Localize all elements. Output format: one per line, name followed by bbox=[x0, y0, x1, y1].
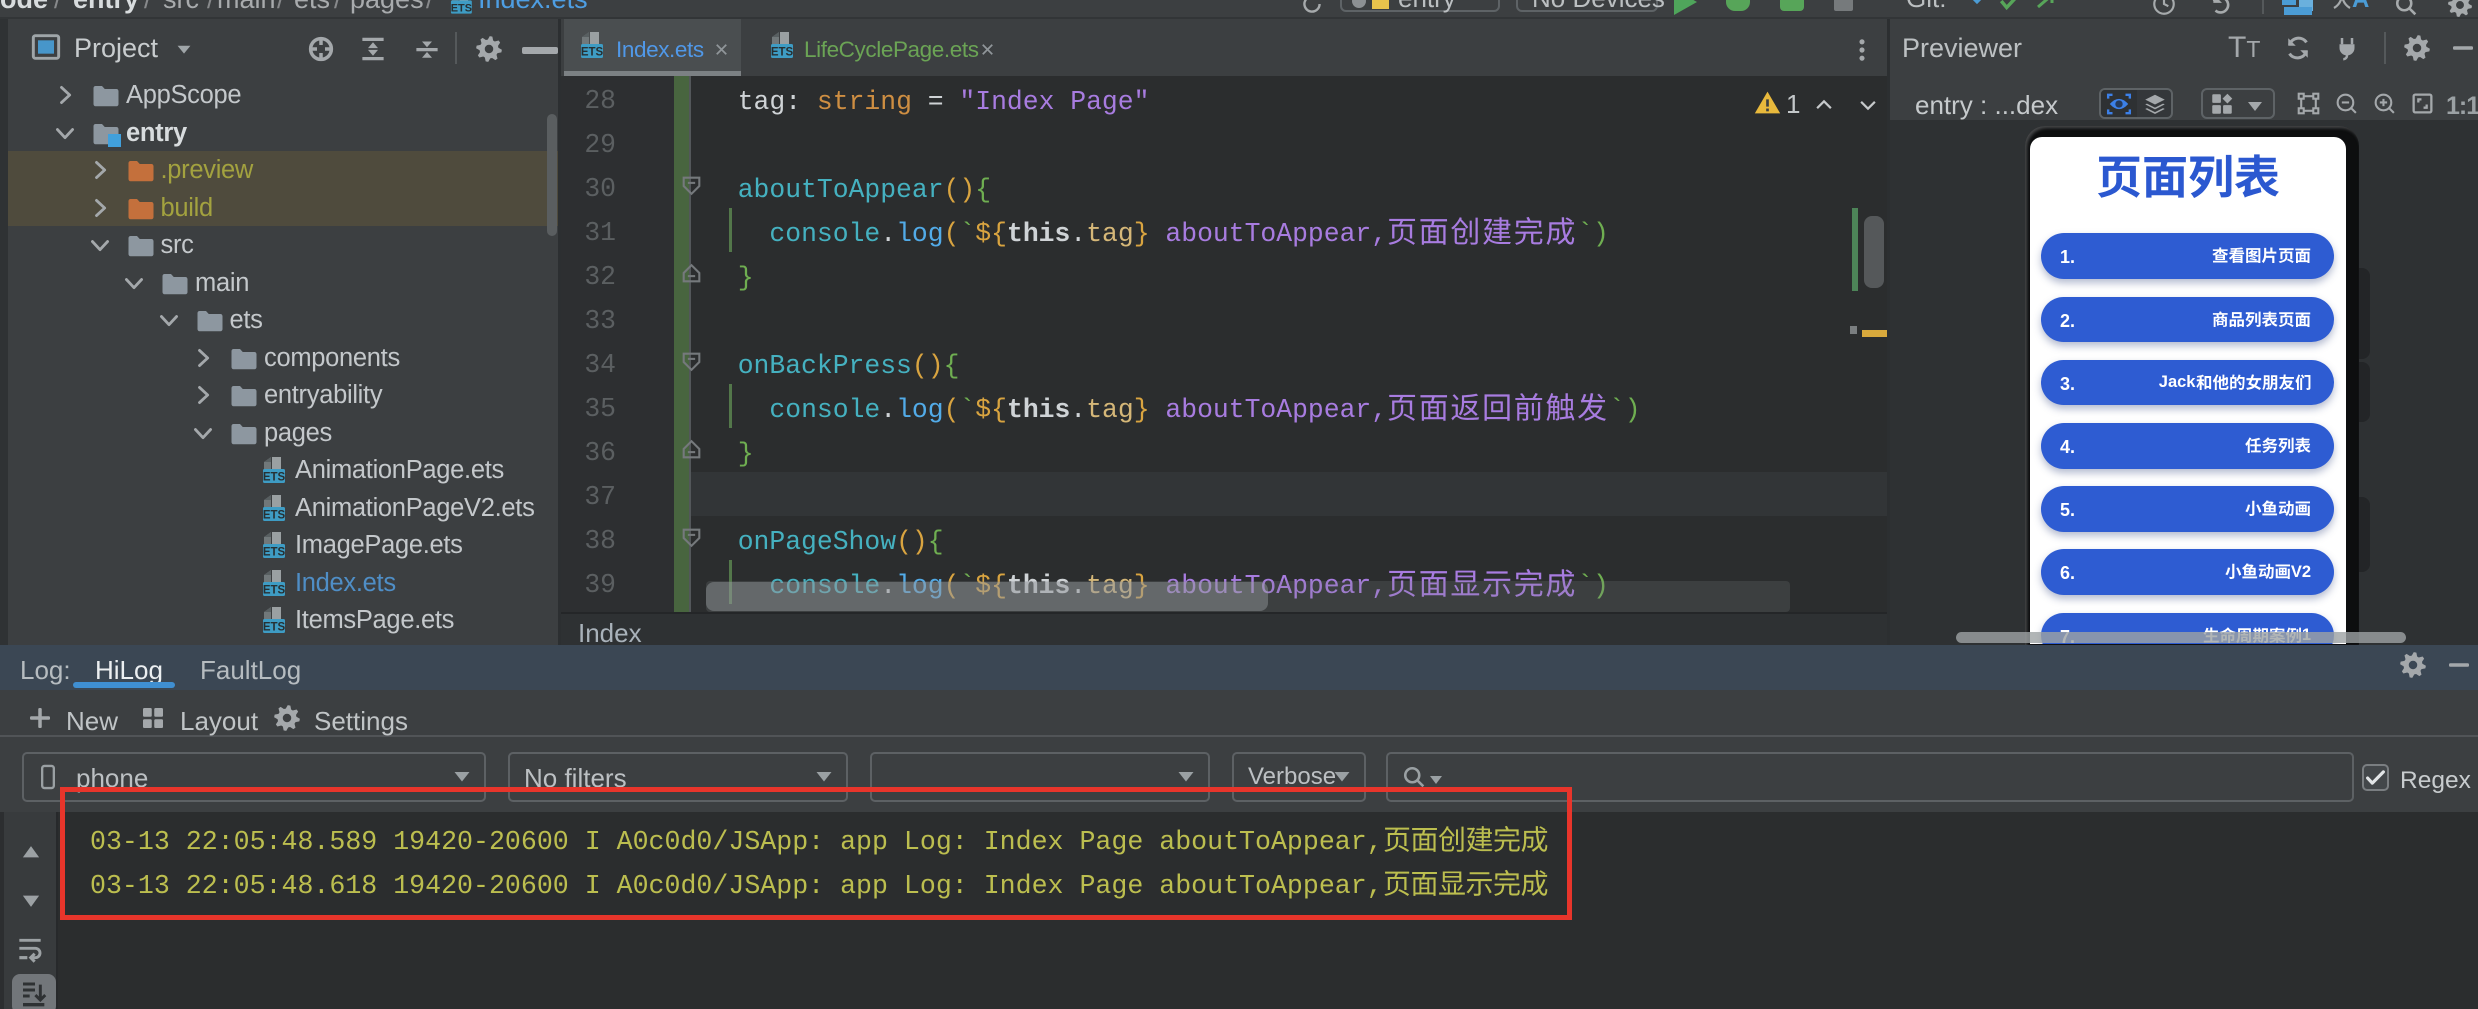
svg-text:ETS: ETS bbox=[263, 584, 286, 596]
svg-text:ETS: ETS bbox=[263, 509, 286, 521]
svg-text:ETS: ETS bbox=[263, 472, 286, 484]
svg-text:ETS: ETS bbox=[771, 47, 794, 59]
svg-text:ETS: ETS bbox=[263, 622, 286, 634]
svg-text:ETS: ETS bbox=[263, 547, 286, 559]
svg-text:ETS: ETS bbox=[451, 2, 472, 14]
svg-text:ETS: ETS bbox=[581, 47, 604, 59]
